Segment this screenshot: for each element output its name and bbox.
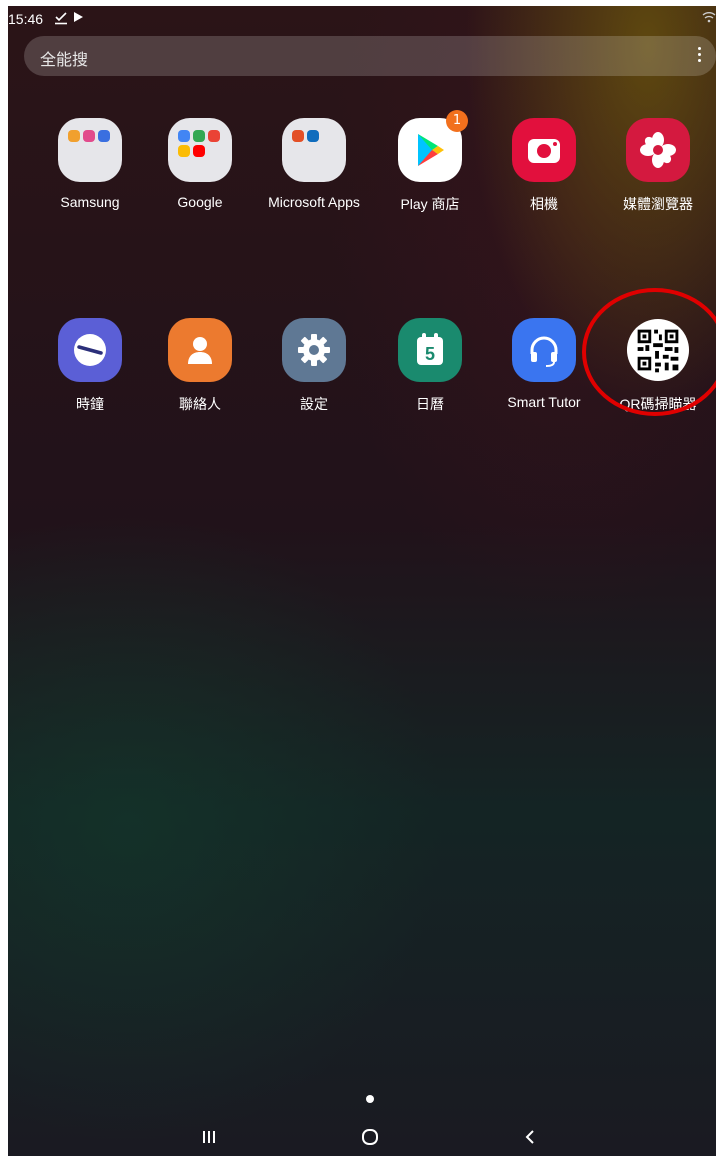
app-media-browser[interactable]: 媒體瀏覽器 [598, 118, 716, 214]
navigation-bar [8, 1121, 716, 1156]
person-icon [168, 318, 232, 382]
app-clock[interactable]: 時鐘 [30, 318, 150, 414]
status-bar: 15:46 [8, 6, 716, 32]
headset-icon [512, 318, 576, 382]
status-time: 15:46 [8, 11, 44, 27]
notification-badge: 1 [446, 110, 468, 132]
google-folder-icon [168, 118, 232, 182]
page-indicator [366, 1095, 374, 1103]
samsung-folder-icon [58, 118, 122, 182]
search-placeholder: 全能搜 [40, 50, 89, 69]
app-google-folder[interactable]: Google [140, 118, 260, 210]
play-store-icon: 1 [398, 110, 468, 182]
search-bar[interactable]: 全能搜 [24, 36, 716, 76]
camera-icon [512, 118, 576, 182]
calendar-day: 5 [425, 344, 435, 364]
recent-apps-icon[interactable] [201, 1129, 217, 1149]
home-icon[interactable] [361, 1128, 379, 1150]
microsoft-folder-icon [282, 118, 346, 182]
wifi-icon [702, 10, 716, 24]
app-contacts[interactable]: 聯絡人 [140, 318, 260, 414]
more-options-icon[interactable] [696, 47, 702, 65]
flower-icon [626, 118, 690, 182]
app-samsung-folder[interactable]: Samsung [30, 118, 150, 210]
highlight-circle [582, 288, 716, 416]
gear-icon [282, 318, 346, 382]
app-settings[interactable]: 設定 [254, 318, 374, 414]
play-store-icon [72, 11, 84, 26]
download-done-icon [54, 11, 68, 28]
app-play-store[interactable]: 1 Play 商店 [370, 110, 490, 214]
home-screen: 15:46 全能搜 Samsung Google Microsoft Apps … [8, 6, 716, 1156]
calendar-icon: 5 [398, 318, 462, 382]
app-camera[interactable]: 相機 [484, 118, 604, 214]
clock-icon [58, 318, 122, 382]
back-icon[interactable] [522, 1128, 538, 1150]
app-microsoft-folder[interactable]: Microsoft Apps [254, 118, 374, 210]
app-calendar[interactable]: 5 日曆 [370, 318, 490, 414]
